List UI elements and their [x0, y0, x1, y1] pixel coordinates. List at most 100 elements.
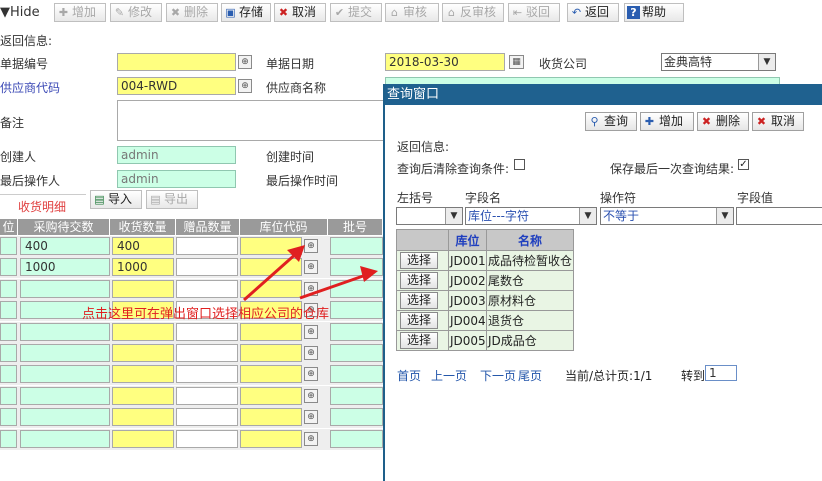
supplier-code-input[interactable]: 004-RWD	[117, 77, 236, 95]
audit-button[interactable]: ⌂ 审核	[385, 3, 439, 22]
select-button[interactable]: 选择	[400, 332, 439, 349]
location-cell[interactable]	[0, 280, 17, 298]
save-last-result-checkbox[interactable]: ✓	[738, 159, 749, 170]
gift-qty-cell[interactable]	[176, 280, 238, 298]
pager-next[interactable]: 下一页	[480, 367, 516, 384]
gift-qty-cell[interactable]	[176, 258, 238, 276]
lookup-icon[interactable]: ⊕	[304, 367, 318, 381]
received-qty-cell[interactable]	[112, 387, 174, 405]
pager-goto-input[interactable]: 1	[705, 365, 737, 381]
gift-qty-cell[interactable]	[176, 408, 238, 426]
location-cell[interactable]	[0, 408, 17, 426]
location-code-cell[interactable]	[240, 430, 302, 448]
reject-button[interactable]: ⇤ 驳回	[508, 3, 560, 22]
batch-cell[interactable]	[330, 430, 383, 448]
pager-last[interactable]: 尾页	[518, 367, 542, 384]
location-code-cell[interactable]	[240, 344, 302, 362]
lookup-icon[interactable]: ⊕	[304, 282, 318, 296]
select-button[interactable]: 选择	[400, 272, 439, 289]
chevron-down-icon[interactable]: ▼	[579, 208, 596, 224]
location-cell[interactable]	[0, 387, 17, 405]
location-code-cell[interactable]	[240, 408, 302, 426]
received-qty-cell[interactable]: 400	[112, 237, 174, 255]
select-button[interactable]: 选择	[400, 292, 439, 309]
batch-cell[interactable]	[330, 323, 383, 341]
batch-cell[interactable]	[330, 365, 383, 383]
pager-first[interactable]: 首页	[397, 367, 421, 384]
chevron-down-icon[interactable]: ▼	[758, 54, 775, 70]
batch-cell[interactable]	[330, 301, 383, 319]
chevron-down-icon[interactable]: ▼	[716, 208, 733, 224]
location-cell[interactable]	[0, 323, 17, 341]
location-cell[interactable]	[0, 430, 17, 448]
location-cell[interactable]	[0, 258, 17, 276]
hide-toggle[interactable]: ▼Hide	[0, 5, 40, 20]
doc-no-input[interactable]	[117, 53, 236, 71]
batch-cell[interactable]	[330, 408, 383, 426]
gift-qty-cell[interactable]	[176, 237, 238, 255]
lookup-icon[interactable]: ⊕	[304, 260, 318, 274]
edit-button[interactable]: ✎ 修改	[110, 3, 162, 22]
dialog-add-button[interactable]: ✚ 增加	[640, 112, 694, 131]
gift-qty-cell[interactable]	[176, 365, 238, 383]
batch-cell[interactable]	[330, 280, 383, 298]
location-code-cell[interactable]	[240, 258, 302, 276]
remark-textarea[interactable]	[117, 100, 385, 141]
left-paren-select[interactable]: ▼	[396, 207, 463, 225]
submit-button[interactable]: ✔ 提交	[330, 3, 382, 22]
batch-cell[interactable]	[330, 237, 383, 255]
calendar-icon[interactable]: ▦	[509, 55, 524, 69]
location-cell[interactable]	[0, 301, 17, 319]
location-code-cell[interactable]	[240, 323, 302, 341]
dialog-cancel-button[interactable]: ✖ 取消	[752, 112, 804, 131]
receiver-select[interactable]: 金典高特 ▼	[661, 53, 776, 71]
select-button[interactable]: 选择	[400, 312, 439, 329]
help-button[interactable]: ? 帮助	[624, 3, 684, 22]
select-button[interactable]: 选择	[400, 252, 439, 269]
batch-cell[interactable]	[330, 387, 383, 405]
gift-qty-cell[interactable]	[176, 323, 238, 341]
lookup-icon[interactable]: ⊕	[304, 346, 318, 360]
received-qty-cell[interactable]	[112, 323, 174, 341]
received-qty-cell[interactable]	[112, 365, 174, 383]
unaudit-button[interactable]: ⌂ 反审核	[442, 3, 504, 22]
gift-qty-cell[interactable]	[176, 387, 238, 405]
lookup-icon[interactable]: ⊕	[304, 325, 318, 339]
back-button[interactable]: ↶ 返回	[567, 3, 619, 22]
detail-tab[interactable]: 收货明细	[0, 194, 86, 214]
gift-qty-cell[interactable]	[176, 344, 238, 362]
field-name-select[interactable]: 库位---字符 ▼	[465, 207, 597, 225]
doc-date-input[interactable]: 2018-03-30	[385, 53, 505, 71]
location-code-cell[interactable]	[240, 237, 302, 255]
cancel-button[interactable]: ✖ 取消	[274, 3, 326, 22]
save-button[interactable]: ▣ 存储	[221, 3, 271, 22]
received-qty-cell[interactable]	[112, 408, 174, 426]
location-cell[interactable]	[0, 365, 17, 383]
clear-after-query-checkbox[interactable]	[514, 159, 525, 170]
field-value-input[interactable]	[736, 207, 822, 225]
batch-cell[interactable]	[330, 258, 383, 276]
operator-select[interactable]: 不等于 ▼	[600, 207, 734, 225]
delete-button[interactable]: ✖ 删除	[166, 3, 218, 22]
dialog-delete-button[interactable]: ✖ 删除	[697, 112, 749, 131]
received-qty-cell[interactable]	[112, 430, 174, 448]
lookup-icon[interactable]: ⊕	[238, 79, 252, 93]
lookup-icon[interactable]: ⊕	[304, 389, 318, 403]
import-button[interactable]: ▤ 导入	[90, 190, 142, 209]
received-qty-cell[interactable]: 1000	[112, 258, 174, 276]
lookup-icon[interactable]: ⊕	[304, 239, 318, 253]
lookup-icon[interactable]: ⊕	[304, 432, 318, 446]
gift-qty-cell[interactable]	[176, 430, 238, 448]
lookup-icon[interactable]: ⊕	[304, 410, 318, 424]
batch-cell[interactable]	[330, 344, 383, 362]
export-button[interactable]: ▤ 导出	[146, 190, 198, 209]
location-code-cell[interactable]	[240, 387, 302, 405]
location-cell[interactable]	[0, 237, 17, 255]
location-code-cell[interactable]	[240, 280, 302, 298]
pager-prev[interactable]: 上一页	[431, 367, 467, 384]
chevron-down-icon[interactable]: ▼	[445, 208, 462, 224]
location-cell[interactable]	[0, 344, 17, 362]
received-qty-cell[interactable]	[112, 344, 174, 362]
dialog-query-button[interactable]: ⚲ 查询	[585, 112, 637, 131]
lookup-icon[interactable]: ⊕	[238, 55, 252, 69]
